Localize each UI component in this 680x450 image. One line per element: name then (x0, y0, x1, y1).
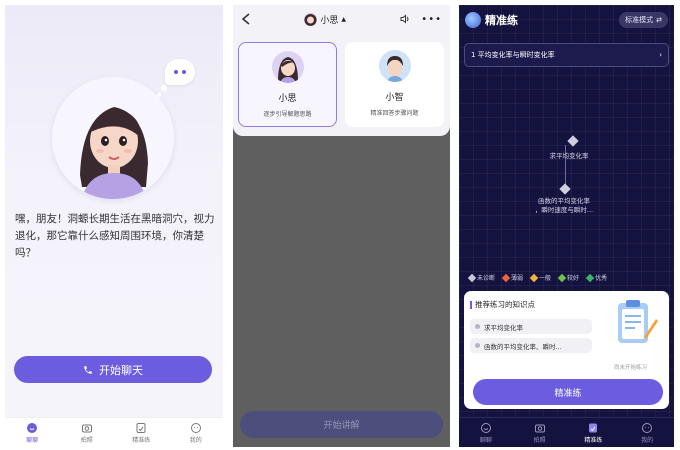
tutor-avatar (271, 51, 304, 83)
bottom-tab-bar: 聊聊 拍照 精准练 我的 (5, 417, 223, 447)
thinking-bubble-icon (165, 59, 195, 85)
tutor-select-screen: 小思 ▲ ••• 小思 逐步引导解题思路 小智 精准回答步骤问题 开始讲解 (233, 5, 450, 447)
legend-item: 一般 (529, 273, 551, 282)
tutor-card-xiaosi[interactable]: 小思 逐步引导解题思路 (238, 42, 337, 127)
tab-practice[interactable]: 精准练 (567, 418, 621, 447)
legend-item: 未诊断 (467, 273, 495, 282)
tutor-name: 小智 (385, 93, 404, 103)
recommend-item[interactable]: 求平均变化率 (470, 319, 592, 334)
tutor-select-sheet: 小思 ▲ ••• 小思 逐步引导解题思路 小智 精准回答步骤问题 (233, 5, 450, 136)
recommend-title: 推荐练习的知识点 (470, 299, 535, 310)
tutor-avatar (52, 77, 174, 199)
switch-icon: ⇄ (656, 16, 662, 24)
node-label: 函数的平均变化率 ，瞬时速度与瞬时... (534, 197, 594, 214)
practice-logo-icon (465, 12, 481, 28)
start-chat-button[interactable]: 开始聊天 (14, 356, 212, 383)
chat-home-screen: 嘿，朋友！洞螈长期生活在黑暗洞穴，视力退化，那它靠什么感知周围环境，你清楚吗？ … (5, 5, 223, 447)
chat-icon (27, 422, 38, 433)
tab-profile[interactable]: 我的 (620, 418, 674, 447)
speaker-icon[interactable] (399, 13, 411, 25)
chapter-selector[interactable]: 1 平均变化率与瞬时变化率 › (464, 43, 669, 67)
mastery-legend: 未诊断 薄弱 一般 较好 优秀 (467, 273, 607, 282)
legend-item: 较好 (557, 273, 579, 282)
practice-icon (136, 422, 146, 433)
tutor-switcher[interactable]: 小思 ▲ (304, 12, 346, 26)
intro-message: 嘿，朋友！洞螈长期生活在黑暗洞穴，视力退化，那它靠什么感知周围环境，你清楚吗？ (15, 213, 215, 259)
tab-camera[interactable]: 拍照 (60, 418, 115, 447)
mode-switch[interactable]: 标准模式 ⇄ (619, 12, 668, 28)
tutor-desc: 逐步引导解题思路 (263, 111, 312, 118)
tab-chat[interactable]: 聊聊 (5, 418, 60, 447)
back-arrow-icon[interactable] (241, 13, 251, 25)
tab-practice[interactable]: 精准练 (114, 418, 169, 447)
page-title: 精准练 (485, 14, 518, 27)
caret-up-icon: ▲ (341, 15, 346, 23)
camera-icon (81, 424, 92, 432)
recommend-item[interactable]: 函数的平均变化率、瞬时... (470, 338, 592, 353)
start-chat-label: 开始聊天 (99, 363, 143, 377)
clipboard-icon (618, 300, 658, 343)
legend-item: 优秀 (585, 273, 607, 282)
nav-title: 小思 (320, 15, 339, 26)
legend-item: 薄弱 (501, 273, 523, 282)
chapter-title: 1 平均变化率与瞬时变化率 (471, 51, 555, 59)
node-label: 求平均变化率 (549, 152, 589, 160)
tutor-name: 小思 (278, 94, 297, 104)
recommend-note: 尚未开始练习 (614, 365, 648, 371)
precise-practice-screen: 精准练 标准模式 ⇄ 1 平均变化率与瞬时变化率 › 求平均变化率 函数的平均变… (459, 5, 674, 447)
chat-icon (480, 422, 491, 433)
tutor-mini-avatar (304, 12, 318, 26)
chevron-right-icon: › (659, 51, 662, 59)
profile-icon (190, 422, 201, 433)
top-nav: 小思 ▲ ••• (233, 5, 450, 33)
tab-camera[interactable]: 拍照 (513, 418, 567, 447)
tutor-desc: 精准回答步骤问题 (370, 110, 419, 117)
bottom-tab-bar: 聊聊 拍照 精准练 我的 (459, 417, 674, 447)
tutor-card-xiaozhi[interactable]: 小智 精准回答步骤问题 (345, 42, 444, 127)
start-practice-button[interactable]: 精准练 (473, 379, 663, 405)
practice-icon (589, 423, 598, 432)
tab-profile[interactable]: 我的 (169, 418, 224, 447)
tab-chat[interactable]: 聊聊 (459, 418, 513, 447)
tutor-avatar (378, 50, 411, 82)
camera-icon (534, 424, 545, 432)
start-explain-button[interactable]: 开始讲解 (240, 411, 443, 438)
profile-icon (642, 422, 653, 433)
phone-icon (84, 365, 92, 374)
more-icon[interactable]: ••• (421, 14, 442, 25)
